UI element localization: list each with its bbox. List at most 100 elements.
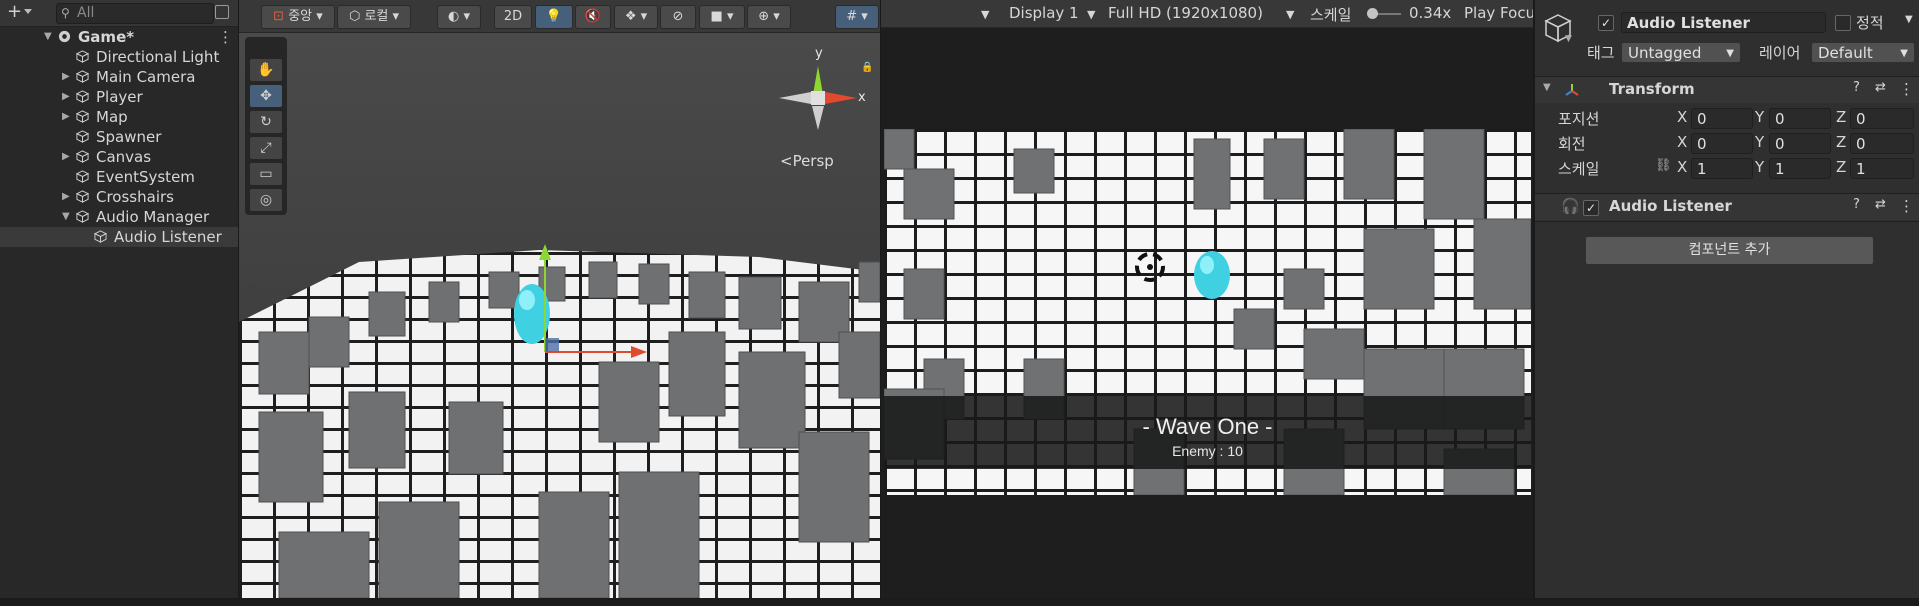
hierarchy-item[interactable]: Directional Light — [0, 47, 238, 67]
scale-tool[interactable]: ⤢ — [250, 137, 282, 159]
wave-banner: - Wave One - Enemy : 10 — [884, 396, 1531, 469]
active-checkbox[interactable]: ✓ — [1598, 15, 1614, 31]
scale-label: 스케일 — [1558, 160, 1600, 178]
audio-listener-title: Audio Listener — [1609, 197, 1732, 215]
resolution-dropdown-icon[interactable]: ▼ — [1286, 8, 1294, 21]
expand-arrow-icon[interactable]: ▶ — [62, 107, 70, 127]
play-focus-dropdown[interactable]: Play Focu — [1464, 4, 1533, 22]
axis-z-label[interactable]: Z — [1836, 133, 1846, 151]
position-z-field[interactable]: 0 — [1850, 108, 1914, 129]
axis-z-label[interactable]: Z — [1836, 108, 1846, 126]
axis-y-label[interactable]: Y — [1755, 158, 1764, 176]
gameobject-icon — [76, 130, 89, 143]
axis-x-label[interactable]: X — [1677, 133, 1687, 151]
axis-x-label[interactable]: X — [1677, 108, 1687, 126]
position-x-field[interactable]: 0 — [1691, 108, 1753, 129]
display-dropdown[interactable]: Display 1 — [1009, 4, 1079, 22]
audio-listener-enabled-checkbox[interactable]: ✓ — [1583, 200, 1599, 216]
hierarchy-item[interactable]: EventSystem — [0, 167, 238, 187]
draw-mode-dropdown[interactable]: ◐ ▾ — [437, 5, 481, 29]
expand-arrow-icon[interactable]: ▼ — [44, 27, 52, 47]
hierarchy-search-input[interactable]: ⚲ All — [56, 3, 214, 24]
add-component-button[interactable]: 컴포넌트 추가 — [1585, 236, 1874, 265]
2d-toggle[interactable]: 2D — [494, 5, 532, 29]
scale-value: 0.34x — [1409, 4, 1452, 22]
expand-arrow-icon[interactable]: ▶ — [62, 87, 70, 107]
rotation-y-field[interactable]: 0 — [1769, 133, 1831, 154]
component-menu-icon[interactable]: ⋮ — [1899, 197, 1914, 215]
scene-root-row[interactable]: ▼ Game* ⋮ — [0, 27, 238, 47]
transform-header[interactable]: ▼ Transform ? ⇄ ⋮ — [1535, 77, 1919, 103]
search-by-type-icon[interactable] — [215, 5, 229, 19]
gameobject-icon — [76, 110, 89, 123]
scale-slider[interactable] — [1367, 8, 1401, 19]
expand-arrow-icon[interactable]: ▶ — [62, 67, 70, 87]
visibility-toggle[interactable]: ⊘ — [660, 5, 696, 29]
add-dropdown-icon[interactable] — [24, 9, 32, 14]
transform-tool[interactable]: ◎ — [250, 189, 282, 211]
expand-arrow-icon[interactable]: ▶ — [62, 147, 70, 167]
hand-tool[interactable]: ✋ — [250, 59, 282, 81]
hierarchy-item[interactable]: ▼ Audio Manager — [0, 207, 238, 227]
layer-dropdown[interactable]: Default ▼ — [1811, 42, 1915, 63]
hierarchy-item-label: Main Camera — [96, 68, 196, 86]
rect-tool[interactable]: ▭ — [250, 163, 282, 185]
static-checkbox[interactable] — [1835, 15, 1851, 31]
scene-menu-icon[interactable]: ⋮ — [218, 27, 233, 47]
hierarchy-item[interactable]: ▶ Player — [0, 87, 238, 107]
scale-y-field[interactable]: 1 — [1769, 158, 1831, 179]
axis-y-label[interactable]: Y — [1755, 133, 1764, 151]
help-icon[interactable]: ? — [1853, 197, 1860, 212]
audio-toggle[interactable]: 🔇 — [575, 5, 611, 29]
rotate-tool[interactable]: ↻ — [250, 111, 282, 133]
hierarchy-item[interactable]: Spawner — [0, 127, 238, 147]
object-name-field[interactable]: Audio Listener — [1621, 12, 1826, 33]
move-tool[interactable]: ✥ — [250, 85, 282, 107]
game-view[interactable]: ▼ Display 1 ▼ Full HD (1920x1080) ▼ 스케일 … — [881, 0, 1533, 598]
collapse-arrow-icon[interactable]: ▼ — [62, 207, 70, 227]
expand-arrow-icon[interactable]: ▶ — [62, 187, 70, 207]
component-menu-icon[interactable]: ⋮ — [1899, 80, 1914, 98]
hierarchy-item[interactable]: ▶ Main Camera — [0, 67, 238, 87]
add-button[interactable]: + — [7, 1, 22, 22]
audio-listener-header[interactable]: 🎧 ✓ Audio Listener ? ⇄ ⋮ — [1535, 194, 1919, 220]
camera-dropdown[interactable]: ■ ▾ — [699, 5, 745, 29]
scale-x-field[interactable]: 1 — [1691, 158, 1753, 179]
icon-dropdown-icon[interactable]: ▼ — [1565, 34, 1572, 44]
projection-label[interactable]: <Persp — [780, 152, 834, 170]
scene-view[interactable]: ⊡ 중앙 ▾ ⬡ 로컬 ▾ ◐ ▾ 2D 💡 🔇 ❖ ▾ ⊘ ■ ▾ ⊕ ▾ #… — [239, 0, 880, 598]
hierarchy-item[interactable]: ▶ Map — [0, 107, 238, 127]
rotation-x-field[interactable]: 0 — [1691, 133, 1753, 154]
resolution-dropdown[interactable]: Full HD (1920x1080) — [1108, 4, 1263, 22]
scale-slider-thumb[interactable] — [1367, 8, 1378, 19]
layer-value: Default — [1818, 44, 1873, 62]
position-y-field[interactable]: 0 — [1769, 108, 1831, 129]
transform-expand-icon[interactable]: ▼ — [1543, 82, 1551, 93]
axis-y-label[interactable]: Y — [1755, 108, 1764, 126]
lighting-toggle[interactable]: 💡 — [535, 5, 573, 29]
hierarchy-item[interactable]: Audio Listener — [0, 227, 238, 247]
game-tab-dropdown-icon[interactable]: ▼ — [981, 8, 989, 21]
grid-snap-dropdown[interactable]: # ▾ — [835, 5, 879, 29]
tag-dropdown[interactable]: Untagged ▼ — [1621, 42, 1741, 63]
lock-icon[interactable]: 🔒 — [861, 62, 873, 73]
gizmos-dropdown[interactable]: ⊕ ▾ — [747, 5, 791, 29]
transform-icon — [1565, 84, 1579, 96]
static-dropdown-icon[interactable]: ▼ — [1905, 14, 1913, 25]
axis-z-label[interactable]: Z — [1836, 158, 1846, 176]
hierarchy-item[interactable]: ▶ Crosshairs — [0, 187, 238, 207]
presets-icon[interactable]: ⇄ — [1875, 80, 1886, 95]
space-dropdown[interactable]: ⬡ 로컬 ▾ — [337, 5, 411, 29]
hierarchy-item[interactable]: ▶ Canvas — [0, 147, 238, 167]
pivot-dropdown[interactable]: ⊡ 중앙 ▾ — [261, 5, 335, 29]
axis-x-label[interactable]: X — [1677, 158, 1687, 176]
help-icon[interactable]: ? — [1853, 80, 1860, 95]
scale-z-field[interactable]: 1 — [1850, 158, 1914, 179]
presets-icon[interactable]: ⇄ — [1875, 197, 1886, 212]
display-dropdown-icon[interactable]: ▼ — [1087, 8, 1095, 21]
gameobject-icon — [76, 150, 89, 163]
gizmo-x-label: x — [858, 90, 866, 105]
effects-dropdown[interactable]: ❖ ▾ — [614, 5, 658, 29]
rotation-z-field[interactable]: 0 — [1850, 133, 1914, 154]
constrain-proportions-icon[interactable]: ⛓ — [1655, 158, 1672, 173]
